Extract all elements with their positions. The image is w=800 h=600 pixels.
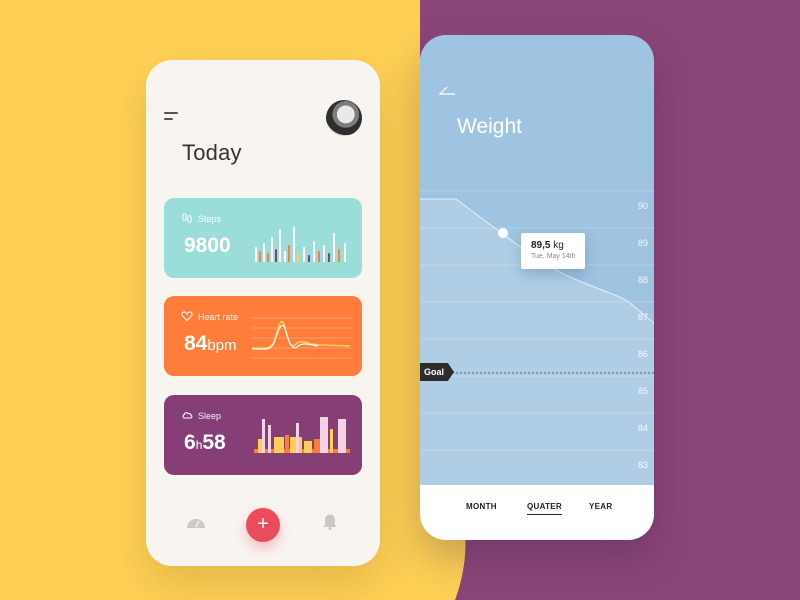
- goal-label: Goal: [420, 363, 455, 381]
- sleep-bar-chart: [254, 417, 350, 453]
- heart-rate-line-chart: [252, 317, 352, 359]
- heart-rate-card[interactable]: Heart rate 84bpm: [164, 296, 362, 376]
- footprints-icon: [182, 213, 192, 223]
- y-tick-88: 88: [637, 275, 648, 285]
- tab-quater[interactable]: QUATER: [527, 502, 562, 515]
- tab-year[interactable]: YEAR: [589, 502, 612, 511]
- y-tick-87: 87: [637, 312, 648, 322]
- tab-month[interactable]: MONTH: [466, 502, 497, 511]
- page-title: Weight: [457, 115, 522, 138]
- steps-card[interactable]: Steps 9800: [164, 198, 362, 278]
- heart-rate-value: 84bpm: [184, 332, 237, 355]
- today-phone-screen: Today Steps 9800 Heart rate 84bpm Sleep …: [146, 60, 380, 566]
- back-arrow-icon[interactable]: [438, 85, 456, 95]
- menu-icon[interactable]: [164, 110, 182, 122]
- period-tab-bar: MONTH QUATER YEAR: [420, 485, 654, 540]
- sleep-label: Sleep: [198, 411, 222, 421]
- weight-chart: [420, 190, 654, 485]
- sleep-card[interactable]: Sleep 6h58: [164, 395, 362, 475]
- steps-bar-chart: [255, 227, 346, 262]
- weight-phone-screen: Weight 90 89 88 87 86 85 84 83 Goal 89,5…: [420, 35, 654, 540]
- sleep-value: 6h58: [184, 431, 226, 454]
- avatar[interactable]: [326, 100, 362, 136]
- gauge-icon[interactable]: [186, 515, 206, 529]
- y-tick-83: 83: [637, 460, 648, 470]
- weight-tooltip: 89,5 kg Tue, May 14th: [521, 233, 585, 269]
- y-tick-89: 89: [637, 238, 648, 248]
- add-button[interactable]: +: [246, 508, 280, 542]
- y-tick-85: 85: [637, 386, 648, 396]
- tooltip-value: 89,5 kg: [531, 240, 564, 251]
- purple-background-shape: [420, 0, 800, 600]
- y-tick-84: 84: [637, 423, 648, 433]
- cloud-icon: [182, 412, 193, 419]
- steps-value: 9800: [184, 234, 231, 257]
- heart-icon: [181, 311, 193, 322]
- heart-rate-label: Heart rate: [198, 312, 239, 322]
- bell-icon[interactable]: [322, 512, 338, 530]
- y-tick-86: 86: [637, 349, 648, 359]
- tooltip-date: Tue, May 14th: [531, 253, 576, 260]
- steps-label: Steps: [198, 214, 222, 224]
- page-title: Today: [182, 140, 242, 165]
- y-tick-90: 90: [637, 201, 648, 211]
